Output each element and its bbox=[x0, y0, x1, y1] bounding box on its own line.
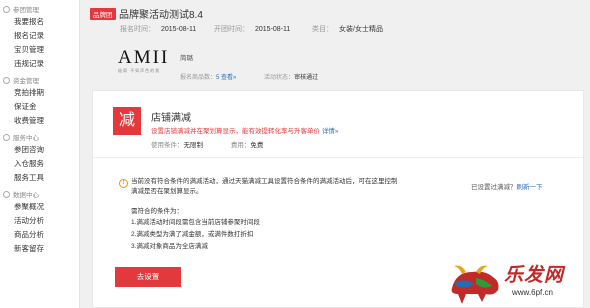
group-title: 资金管理 bbox=[0, 74, 79, 86]
notice-text: 当前没有符合条件的满减活动，通过天猫满减工具设置符合条件的满减活动后，可在这里控… bbox=[131, 178, 398, 195]
category-label: 类目： bbox=[312, 26, 333, 33]
brand-logo: AMII 极简 不如声色的我 bbox=[118, 48, 173, 78]
divider bbox=[93, 157, 583, 158]
group-title: 数据中心 bbox=[0, 188, 79, 200]
page: 参团管理 我要报名 报名记录 宝贝管理 违规记录 资金管理 竞拍排期 保证金 收… bbox=[0, 0, 590, 308]
watermark-text: 乐发网 bbox=[504, 264, 565, 286]
sidebar-item-signup[interactable]: 我要报名 bbox=[0, 15, 79, 29]
activity-status-value: 审核通过 bbox=[294, 75, 319, 81]
signup-time-label: 报名时间： bbox=[120, 26, 155, 33]
group-title: 服务中心 bbox=[0, 131, 79, 143]
ox-logo-icon bbox=[451, 265, 499, 304]
brand-logo-slogan: 极简 不如声色的我 bbox=[118, 68, 161, 73]
sidebar-item-product-analysis[interactable]: 商品分析 bbox=[0, 228, 79, 242]
open-time: 开团时间： 2015-08-11 bbox=[214, 24, 290, 34]
activity-header: 品牌团 品牌聚活动测试8.4 报名时间： 2015-08-11 开团时间： 2015… bbox=[88, 2, 584, 81]
page-title: 品牌聚活动测试8.4 bbox=[119, 10, 203, 21]
discount-icon: 减 bbox=[113, 107, 141, 135]
sidebar-item-auction-schedule[interactable]: 竞拍排期 bbox=[0, 86, 79, 100]
group-title-label: 服务中心 bbox=[13, 135, 39, 142]
sidebar-item-signup-records[interactable]: 报名记录 bbox=[0, 29, 79, 43]
watermark: 乐发网 www.6pf.cn bbox=[446, 258, 586, 308]
conditions-title: 需符合的条件为： bbox=[131, 208, 183, 215]
service-icon bbox=[3, 133, 10, 141]
fee-label: 费用： bbox=[230, 142, 251, 149]
watermark-url: www.6pf.cn bbox=[512, 288, 553, 297]
sidebar-item-tools[interactable]: 服务工具 bbox=[0, 171, 79, 185]
category-value: 女装/女士精品 bbox=[339, 26, 383, 33]
sidebar-group-service: 服务中心 参团咨询 入仓服务 服务工具 bbox=[0, 131, 79, 185]
activity-status-label: 活动状态： bbox=[264, 75, 295, 81]
fee-value: 免费 bbox=[250, 142, 264, 149]
signup-time: 报名时间： 2015-08-11 bbox=[120, 24, 196, 34]
open-time-value: 2015-08-11 bbox=[255, 26, 291, 33]
notice: ! 当前没有符合条件的满减活动，通过天猫满减工具设置符合条件的满减活动后，可在这… bbox=[119, 177, 401, 253]
brand-meta: 报名商品数：5 查看» 活动状态：审核通过 bbox=[180, 72, 318, 81]
brand-name: 简璐 bbox=[180, 55, 193, 62]
item-count-label: 报名商品数： bbox=[180, 75, 217, 81]
clipboard-icon bbox=[3, 5, 10, 13]
details-link[interactable]: 详情» bbox=[322, 128, 339, 135]
wallet-icon bbox=[3, 76, 10, 84]
signup-time-value: 2015-08-11 bbox=[161, 26, 197, 33]
promo-title: 店铺满减 bbox=[151, 113, 191, 124]
condition-item: 3.满减对象商品为全店满减 bbox=[131, 243, 208, 250]
open-time-label: 开团时间： bbox=[214, 26, 249, 33]
sidebar-item-violations[interactable]: 违规记录 bbox=[0, 57, 79, 71]
sidebar-item-consult[interactable]: 参团咨询 bbox=[0, 143, 79, 157]
chart-icon bbox=[3, 190, 10, 198]
brand-group-badge: 品牌团 bbox=[90, 8, 116, 20]
refresh-prompt-text: 已设置过满减？ bbox=[471, 184, 517, 191]
view-items-link[interactable]: 查看» bbox=[221, 75, 236, 81]
sidebar-group-funds: 资金管理 竞拍排期 保证金 收费管理 bbox=[0, 74, 79, 128]
sidebar-item-item-management[interactable]: 宝贝管理 bbox=[0, 43, 79, 57]
warning-icon: ! bbox=[119, 179, 128, 188]
condition-item: 2.满减类型为满了减金额，或满件数打折扣 bbox=[131, 231, 254, 238]
usage-condition-label: 使用条件： bbox=[151, 142, 184, 149]
group-title-label: 参团管理 bbox=[13, 7, 39, 14]
usage-condition-value: 无限制 bbox=[183, 142, 204, 149]
sidebar-item-deposit[interactable]: 保证金 bbox=[0, 100, 79, 114]
sidebar-item-overview[interactable]: 参聚概况 bbox=[0, 200, 79, 214]
category: 类目： 女装/女士精品 bbox=[312, 24, 383, 34]
group-title: 参团管理 bbox=[0, 3, 79, 15]
promo-conditions: 使用条件：无限制 费用：免费 bbox=[151, 139, 263, 149]
condition-item: 1.满减活动时间段需包含当前店铺参聚时间段 bbox=[131, 219, 260, 226]
sidebar-item-activity-analysis[interactable]: 活动分析 bbox=[0, 214, 79, 228]
refresh-prompt: 已设置过满减？刷新一下 bbox=[471, 181, 543, 191]
sidebar-item-fees[interactable]: 收费管理 bbox=[0, 114, 79, 128]
brand-logo-text: AMII bbox=[118, 47, 170, 68]
group-title-label: 数据中心 bbox=[13, 192, 39, 199]
sidebar-group-data: 数据中心 参聚概况 活动分析 商品分析 新客留存 bbox=[0, 188, 79, 256]
promo-tip-text: 设置店铺满减并在聚划算显示，能有效提转化率与升客单价 bbox=[151, 128, 320, 135]
item-count-value: 5 bbox=[216, 75, 220, 81]
setup-button[interactable]: 去设置 bbox=[115, 267, 181, 287]
group-title-label: 资金管理 bbox=[13, 78, 39, 85]
sidebar-group-participation: 参团管理 我要报名 报名记录 宝贝管理 违规记录 bbox=[0, 3, 79, 71]
sidebar-item-warehouse[interactable]: 入仓服务 bbox=[0, 157, 79, 171]
promo-tip: 设置店铺满减并在聚划算显示，能有效提转化率与升客单价 详情» bbox=[151, 125, 338, 135]
sidebar: 参团管理 我要报名 报名记录 宝贝管理 违规记录 资金管理 竞拍排期 保证金 收… bbox=[0, 0, 80, 308]
sidebar-item-retention[interactable]: 新客留存 bbox=[0, 242, 79, 256]
refresh-link[interactable]: 刷新一下 bbox=[517, 184, 543, 191]
